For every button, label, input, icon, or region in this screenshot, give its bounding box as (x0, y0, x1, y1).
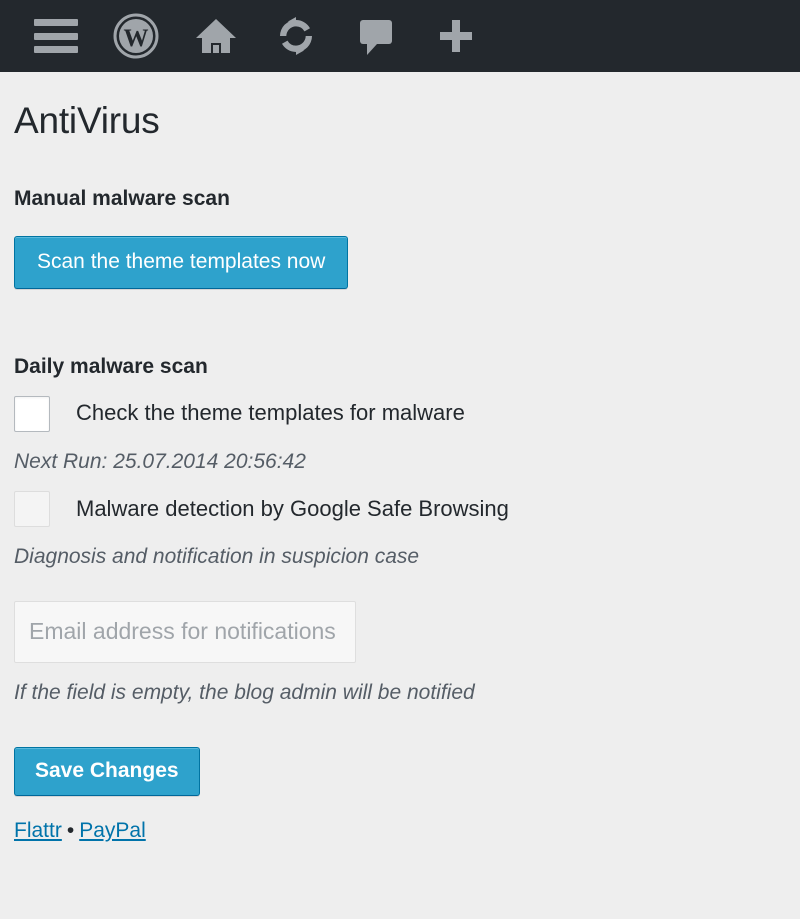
scan-now-button[interactable]: Scan the theme templates now (14, 235, 349, 289)
theme-check-label[interactable]: Check the theme templates for malware (76, 400, 465, 426)
admin-bar: W (0, 0, 800, 72)
footer-separator: • (66, 819, 75, 843)
updates-button[interactable] (256, 0, 336, 72)
paypal-link[interactable]: PayPal (79, 819, 146, 842)
svg-text:W: W (124, 25, 149, 52)
hamburger-menu-icon (34, 19, 78, 53)
comment-bubble-icon (360, 20, 392, 55)
daily-scan-heading: Daily malware scan (14, 354, 208, 378)
menu-toggle-button[interactable] (16, 0, 96, 72)
safe-browsing-checkbox[interactable] (14, 490, 50, 527)
footer-links: Flattr • PayPal (14, 818, 786, 843)
notification-email-input[interactable] (14, 600, 356, 663)
daily-scan-section: Daily malware scan Check the theme templ… (14, 355, 786, 706)
new-content-button[interactable] (416, 0, 496, 72)
email-hint: If the field is empty, the blog admin wi… (14, 680, 475, 704)
theme-check-checkbox[interactable] (14, 395, 50, 432)
manual-scan-heading: Manual malware scan (14, 186, 230, 210)
wordpress-logo-button[interactable]: W (96, 0, 176, 72)
comments-button[interactable] (336, 0, 416, 72)
wordpress-logo-icon: W (113, 13, 159, 59)
plus-icon (440, 20, 472, 52)
safe-browsing-hint: Diagnosis and notification in suspicion … (14, 544, 420, 568)
next-run-hint: Next Run: 25.07.2014 20:56:42 (14, 449, 306, 473)
save-changes-button[interactable]: Save Changes (14, 747, 200, 797)
page-title: AntiVirus (14, 100, 160, 141)
save-section: Save Changes (14, 747, 786, 797)
home-icon (196, 19, 236, 53)
refresh-icon (280, 17, 312, 55)
theme-check-row[interactable]: Check the theme templates for malware (14, 395, 786, 432)
safe-browsing-label[interactable]: Malware detection by Google Safe Browsin… (76, 496, 509, 522)
flattr-link[interactable]: Flattr (14, 819, 62, 842)
manual-scan-section: Manual malware scan Scan the theme templ… (14, 187, 786, 289)
page-wrap: AntiVirus Manual malware scan Scan the t… (0, 100, 800, 843)
safe-browsing-row[interactable]: Malware detection by Google Safe Browsin… (14, 490, 786, 527)
site-home-button[interactable] (176, 0, 256, 72)
